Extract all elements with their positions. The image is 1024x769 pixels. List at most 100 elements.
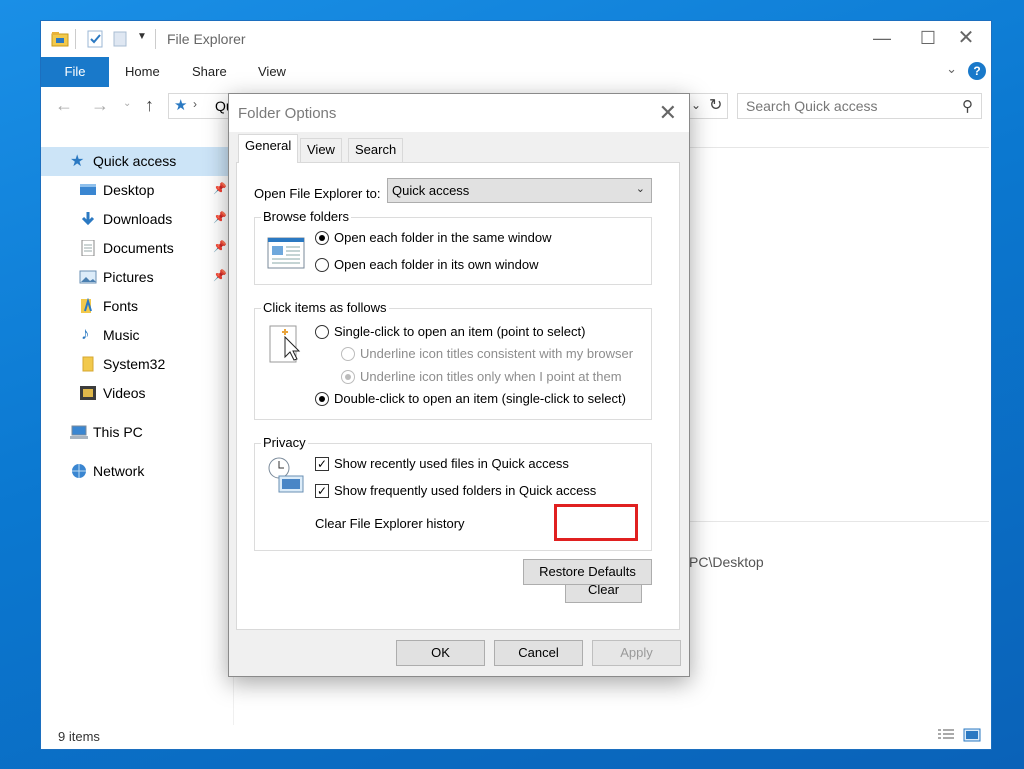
videos-icon	[80, 386, 96, 400]
single-click-label: Single-click to open an item (point to s…	[334, 324, 586, 339]
ok-button[interactable]: OK	[396, 640, 485, 666]
star-icon: ★	[174, 97, 188, 114]
pin-icon: 📌	[213, 241, 227, 253]
minimize-button[interactable]: —	[859, 21, 905, 57]
nav-item-label: Downloads	[103, 211, 173, 227]
nav-item-this-pc[interactable]: This PC	[41, 418, 233, 447]
ribbon-tabs: File Home Share View ⌄ ?	[41, 57, 991, 87]
tab-file[interactable]: File	[41, 57, 109, 87]
click-items-group: Click items as follows Single-click to o…	[254, 300, 652, 420]
nav-item-pictures[interactable]: Pictures 📌	[41, 263, 233, 292]
double-click-radio[interactable]	[315, 392, 329, 406]
toolbar-divider	[155, 29, 156, 49]
frequent-folders-label: Show frequently used folders in Quick ac…	[334, 483, 597, 498]
customize-toolbar-chevron-icon[interactable]: ▼	[137, 31, 147, 51]
nav-item-music[interactable]: ♪ Music	[41, 321, 233, 350]
open-explorer-to-select[interactable]: Quick access ⌄	[387, 178, 652, 203]
folder-options-dialog: Folder Options ✕ General View Search Ope…	[228, 93, 690, 677]
forward-arrow-icon[interactable]: →	[91, 95, 109, 116]
chevron-down-icon: ⌄	[635, 183, 645, 195]
properties-icon[interactable]	[87, 29, 103, 49]
own-window-label: Open each folder in its own window	[334, 257, 539, 272]
documents-icon	[81, 240, 95, 256]
clear-button-highlight	[554, 504, 638, 541]
help-button[interactable]: ?	[968, 62, 986, 80]
large-icons-view-icon[interactable]	[963, 728, 981, 742]
recent-files-checkbox[interactable]: ✓	[315, 457, 329, 471]
music-icon: ♪	[81, 324, 90, 343]
underline-browser-radio	[341, 347, 355, 361]
browse-folders-group: Browse folders Open each folder in the s…	[254, 209, 652, 285]
underline-browser-label: Underline icon titles consistent with my…	[360, 346, 634, 361]
own-window-radio[interactable]	[315, 258, 329, 272]
close-button[interactable]: ✕	[943, 21, 989, 57]
general-tab-panel: Open File Explorer to: Quick access ⌄ Br…	[236, 162, 680, 630]
click-items-title: Click items as follows	[261, 300, 389, 315]
same-window-label: Open each folder in the same window	[334, 230, 552, 245]
nav-item-label: Network	[93, 463, 145, 479]
restore-defaults-button[interactable]: Restore Defaults	[523, 559, 652, 585]
nav-item-label: Music	[103, 327, 140, 343]
nav-item-downloads[interactable]: Downloads 📌	[41, 205, 233, 234]
dialog-body: General View Search Open File Explorer t…	[229, 132, 689, 676]
pin-icon: 📌	[213, 212, 227, 224]
tab-general[interactable]: General	[238, 134, 299, 163]
back-arrow-icon[interactable]: ←	[55, 95, 73, 116]
up-arrow-icon[interactable]: ↑	[145, 95, 154, 116]
network-icon	[72, 464, 86, 478]
underline-point-radio	[341, 370, 355, 384]
nav-item-label: Fonts	[103, 298, 139, 314]
tab-share[interactable]: Share	[192, 57, 227, 87]
nav-item-label: Documents	[103, 240, 174, 256]
dialog-title: Folder Options	[238, 105, 337, 122]
nav-item-system32[interactable]: System32	[41, 350, 233, 379]
nav-item-label: Desktop	[103, 182, 155, 198]
tab-view[interactable]: View	[300, 138, 342, 162]
apply-button: Apply	[592, 640, 681, 666]
same-window-radio[interactable]	[315, 231, 329, 245]
recent-locations-chevron-icon[interactable]: ⌄	[123, 98, 131, 109]
refresh-icon[interactable]: ↻	[709, 95, 722, 115]
title-bar: ▼ File Explorer — ☐ ✕	[41, 21, 991, 57]
open-explorer-to-label: Open File Explorer to:	[254, 186, 381, 201]
single-click-radio[interactable]	[315, 325, 329, 339]
content-path-text: PC\Desktop	[689, 554, 764, 570]
new-folder-icon[interactable]	[113, 29, 127, 49]
nav-item-videos[interactable]: Videos	[41, 379, 233, 408]
nav-item-network[interactable]: Network	[41, 457, 233, 486]
clear-history-label: Clear File Explorer history	[315, 516, 465, 531]
status-bar: 9 items	[41, 725, 991, 749]
nav-item-label: Videos	[103, 385, 146, 401]
dialog-close-button[interactable]: ✕	[659, 100, 677, 126]
pin-icon: 📌	[213, 183, 227, 195]
tab-home[interactable]: Home	[125, 57, 160, 87]
expand-ribbon-chevron-icon[interactable]: ⌄	[946, 61, 957, 77]
details-view-icon[interactable]	[937, 728, 955, 742]
search-icon: ⚲	[962, 98, 973, 115]
star-icon: ★	[70, 153, 85, 170]
tab-search[interactable]: Search	[348, 138, 404, 162]
window-title: File Explorer	[167, 31, 246, 47]
item-count: 9 items	[58, 729, 100, 744]
privacy-clock-icon	[268, 457, 304, 493]
frequent-folders-checkbox[interactable]: ✓	[315, 484, 329, 498]
search-input[interactable]: Search Quick access ⚲	[737, 93, 982, 119]
nav-item-desktop[interactable]: Desktop 📌	[41, 176, 233, 205]
double-click-label: Double-click to open an item (single-cli…	[334, 391, 626, 406]
nav-item-label: System32	[103, 356, 166, 372]
address-dropdown-chevron-icon[interactable]: ⌄	[691, 98, 701, 112]
folder-icon	[82, 356, 94, 372]
toolbar-divider	[75, 29, 76, 49]
nav-item-documents[interactable]: Documents 📌	[41, 234, 233, 263]
browse-folders-title: Browse folders	[261, 209, 351, 224]
nav-item-quick-access[interactable]: ★ Quick access	[41, 147, 233, 176]
desktop-icon	[80, 184, 96, 195]
click-cursor-icon	[269, 325, 301, 363]
cancel-button[interactable]: Cancel	[494, 640, 583, 666]
search-placeholder: Search Quick access	[746, 98, 878, 114]
nav-item-label: Quick access	[93, 153, 177, 169]
content-divider	[673, 521, 989, 522]
pictures-icon	[79, 270, 97, 284]
tab-view[interactable]: View	[258, 57, 286, 87]
nav-item-fonts[interactable]: Fonts	[41, 292, 233, 321]
